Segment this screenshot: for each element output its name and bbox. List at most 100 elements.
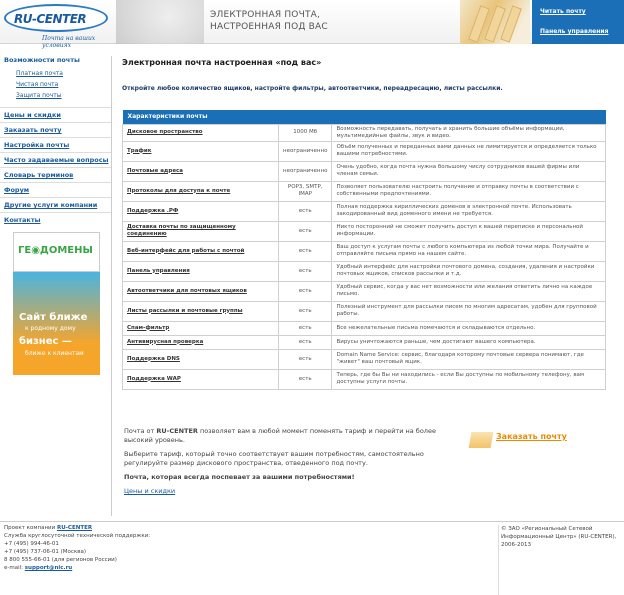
order-mail-link[interactable]: Заказать почту [496,432,567,441]
feature-desc: Все нежелательные письма помечаются и ск… [331,320,606,336]
feature-desc: Объём полученных и переданных вами данны… [331,140,606,162]
feature-name[interactable]: Трафик [122,140,279,162]
support-email-link[interactable]: support@nic.ru [25,565,72,571]
feature-value: есть [277,334,333,350]
feature-value: неограниченно [277,140,333,162]
banner-line-1: Сайт ближе [19,312,88,323]
feature-desc: Domain Name Service: сервис, благодаря к… [331,348,606,370]
banner-top: ГЕ◉ДОМЕНЫ [13,232,100,272]
feature-name[interactable]: Протоколы для доступа к почте [122,180,279,202]
feature-value: есть [277,240,333,262]
p1-text-a: Почта от [124,427,157,435]
banner-line-2: к родному дому [25,325,76,332]
bottom-text: Почта от RU-CENTER позволяет вам в любой… [124,427,454,496]
tagline-line-2: НАСТРОЕННАЯ ПОД ВАС [210,22,328,32]
sidebar-item-order[interactable]: Заказать почту [0,122,111,137]
banner-brand: ГЕ◉ДОМЕНЫ [18,245,93,256]
logo-text: RU-CENTER [14,12,87,26]
footer-email: e-mail: support@nic.ru [4,564,150,572]
p1-brand: RU-CENTER [156,427,198,435]
page-intro: Откройте любое количество ящиков, настро… [122,85,503,92]
feature-value: есть [277,300,333,322]
feature-value: есть [277,280,333,302]
sidebar-item-glossary[interactable]: Словарь терминов [0,167,111,182]
footer-copyright: © ЗАО «Региональный Сетевой Информационн… [498,525,624,595]
bottom-paragraph-3: Почта, которая всегда поспевает за вашим… [124,473,355,481]
logo-slogan: Почта на ваших условиях [42,35,96,49]
feature-value: POP3, SMTP, IMAP [277,180,333,202]
top-links-panel: Читать почту Панель управления [532,0,624,44]
sidebar-sub-clean-mail[interactable]: Чистая почта [16,79,111,90]
sidebar-sub-mail-protection[interactable]: Защита почты [16,90,111,101]
header-tagline: ЭЛЕКТРОННАЯ ПОЧТА, НАСТРОЕННАЯ ПОД ВАС [210,9,328,33]
feature-desc: Удобный сервис, когда у вас нет возможно… [331,280,606,302]
banner-line-4: ближе к клиентам [25,350,84,357]
sidebar: Возможности почты Платная почта Чистая п… [0,56,112,516]
ru-center-logo[interactable]: RU-CENTER Почта на ваших условиях [4,4,112,49]
table-header: Характеристики почты [122,110,606,124]
sidebar-item-forum[interactable]: Форум [0,182,111,197]
footer-phone-2: +7 (495) 737-06-01 (Москва) [4,549,86,555]
read-mail-link[interactable]: Читать почту [540,8,586,15]
feature-name[interactable]: Панель управления [122,260,279,282]
feature-value: есть [277,348,333,370]
feature-desc: Удобный интерфейс для настройки почтовог… [331,260,606,282]
feature-name[interactable]: Листы рассылки и почтовые группы [122,300,279,322]
bottom-paragraph-1: Почта от RU-CENTER позволяет вам в любой… [124,427,454,445]
feature-desc: Никто посторонний не сможет получить дос… [331,220,606,242]
footer-phone-1: +7 (495) 994-46-01 [4,541,59,547]
bottom-paragraph-2: Выберите тариф, который точно соответств… [124,450,424,467]
feature-value: есть [277,200,333,222]
envelopes-image [460,0,530,44]
feature-value: есть [277,260,333,282]
feature-name[interactable]: Веб-интерфейс для работы с почтой [122,240,279,262]
sidebar-item-faq[interactable]: Часто задаваемые вопросы [0,152,111,167]
feature-name[interactable]: Доставка почты по защищенному соединению [122,220,279,242]
footer-left: Проект компании RU-CENTER Служба круглос… [4,524,150,572]
main-content: Электронная почта настроенная «под вас» … [122,58,608,92]
banner-body [13,272,100,375]
envelope-icon [468,432,494,448]
footer: Проект компании RU-CENTER Служба круглос… [0,521,624,595]
feature-name[interactable]: Почтовые адреса [122,160,279,182]
feature-desc: Теперь, где бы Вы ни находились - если В… [331,368,606,390]
feature-name[interactable]: Спам-фильтр [122,320,279,336]
page-title: Электронная почта настроенная «под вас» [122,58,322,67]
footer-email-label: e-mail: [4,565,25,571]
feature-name[interactable]: Поддержка DNS [122,348,279,370]
footer-phone-3: 8 800 555-66-01 (для регионов России) [4,557,117,563]
feature-name[interactable]: Дисковое пространство [122,123,279,142]
header-decor-image [116,0,204,44]
feature-value: неограниченно [277,160,333,182]
footer-project-label: Проект компании [4,525,57,531]
tagline-line-1: ЭЛЕКТРОННАЯ ПОЧТА, [210,10,321,20]
geodomains-banner[interactable]: ГЕ◉ДОМЕНЫ Сайт ближе к родному дому бизн… [13,232,100,375]
ru-center-link[interactable]: RU-CENTER [57,525,92,531]
feature-desc: Вирусы уничтожаются раньше, чем достигаю… [331,334,606,350]
sidebar-item-settings[interactable]: Настройка почты [0,137,111,152]
footer-project: Проект компании RU-CENTER [4,524,150,532]
feature-desc: Позволяет пользователю настроить получен… [331,180,606,202]
banner-line-3: бизнес — [19,336,72,347]
feature-name[interactable]: Поддержка WAP [122,368,279,390]
control-panel-link[interactable]: Панель управления [540,28,608,35]
feature-value: есть [277,320,333,336]
feature-desc: Возможность передавать, получать и храни… [331,123,606,142]
sidebar-item-contacts[interactable]: Контакты [0,212,111,227]
feature-desc: Полезный инструмент для рассылки писем п… [331,300,606,322]
footer-support: Служба круглосуточной технической поддер… [4,533,151,539]
feature-name[interactable]: Автоответчики для почтовых ящиков [122,280,279,302]
feature-desc: Ваш доступ к услугам почты с любого комп… [331,240,606,262]
feature-desc: Очень удобно, когда почта нужна большому… [331,160,606,182]
sidebar-title[interactable]: Возможности почты [4,56,111,64]
sidebar-item-other-services[interactable]: Другие услуги компании [0,197,111,212]
feature-value: есть [277,220,333,242]
feature-desc: Полная поддержка кириллических доменов в… [331,200,606,222]
sidebar-sub-paid-mail[interactable]: Платная почта [16,68,111,79]
feature-name[interactable]: Антивирусная проверка [122,334,279,350]
prices-link[interactable]: Цены и скидки [124,487,175,495]
feature-name[interactable]: Поддержка .РФ [122,200,279,222]
header: RU-CENTER Почта на ваших условиях ЭЛЕКТР… [0,0,624,49]
feature-value: 1000 Мб [277,123,333,142]
sidebar-item-prices[interactable]: Цены и скидки [0,107,111,122]
